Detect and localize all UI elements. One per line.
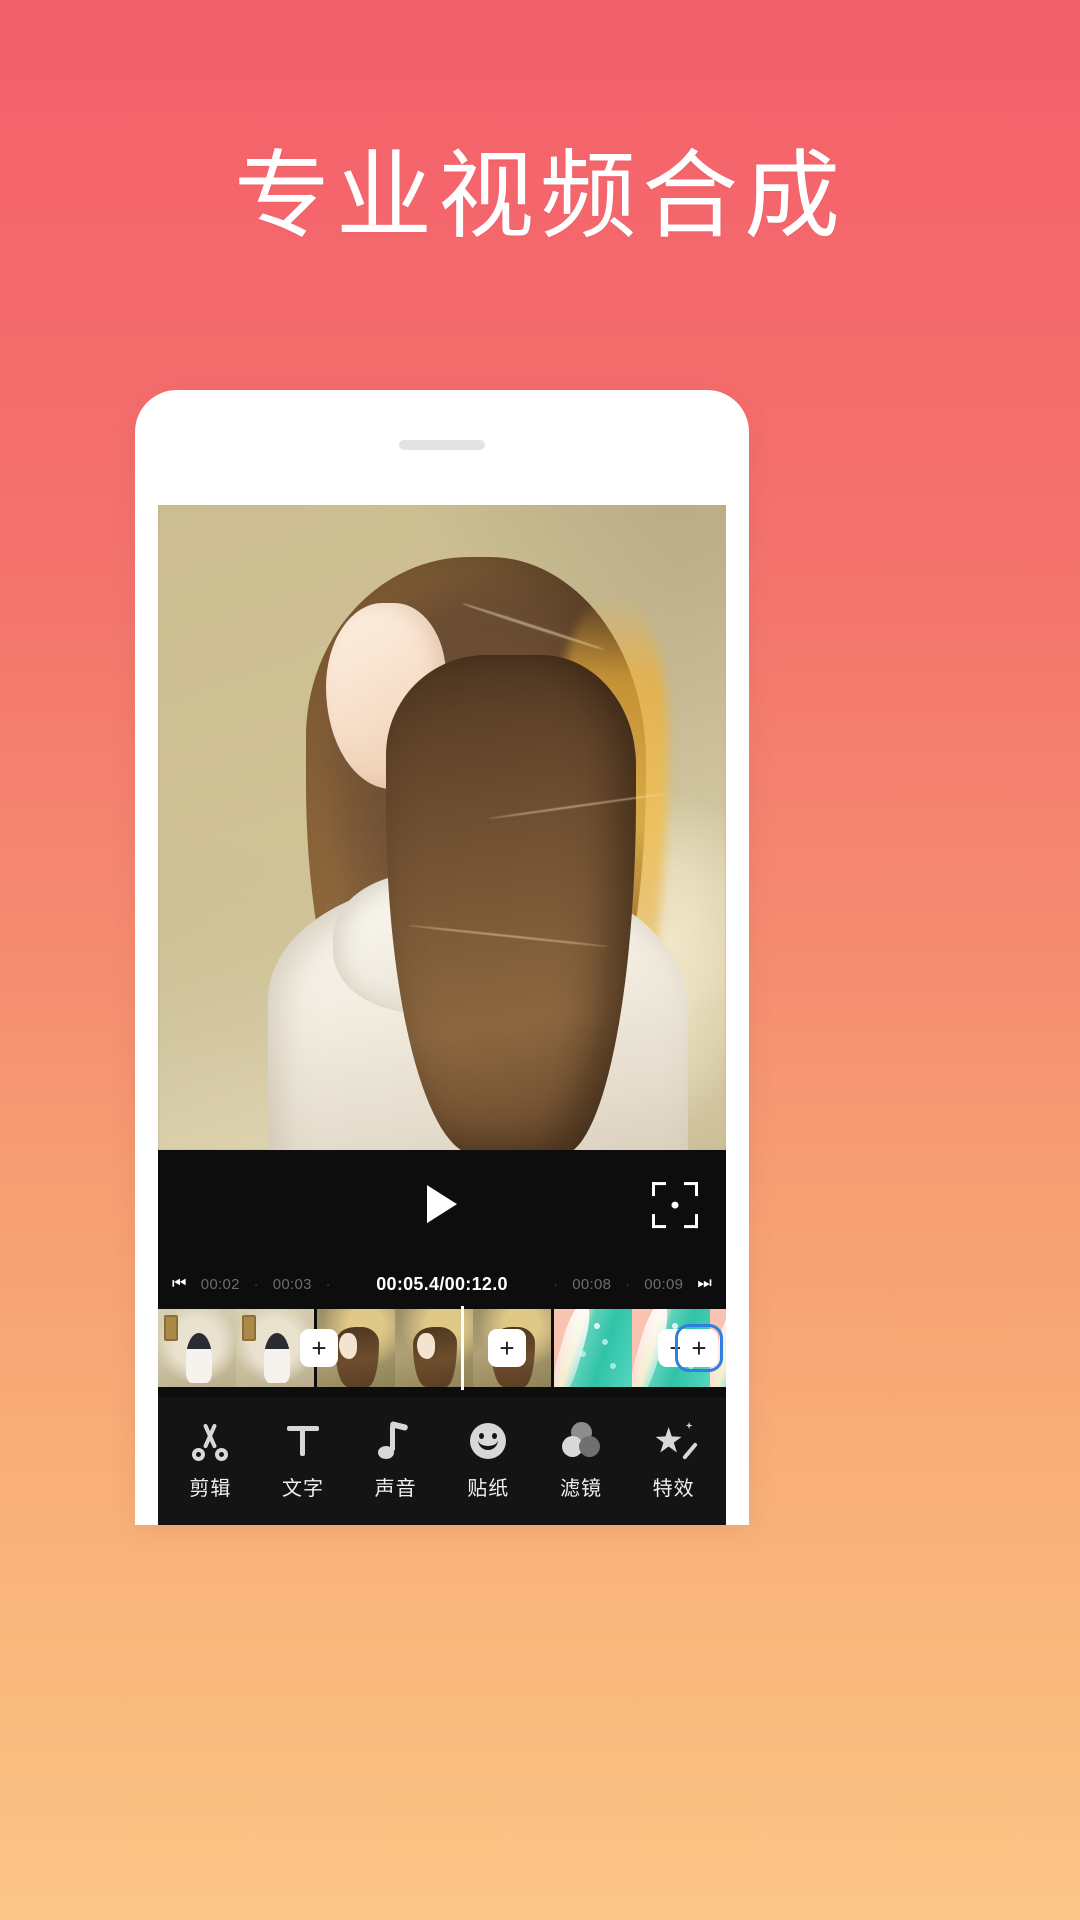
speaker-grill: [399, 440, 485, 450]
ruler-tick-label: 00:02: [200, 1275, 240, 1293]
toolbar-item-label: 贴纸: [467, 1478, 510, 1500]
phone-mockup: ⏮ 00:02 · 00:03 · 00:05.4/00:12.0 · 00:0…: [135, 390, 749, 1525]
toolbar-item-label: 文字: [281, 1478, 324, 1500]
time-ruler[interactable]: ⏮ 00:02 · 00:03 · 00:05.4/00:12.0 · 00:0…: [158, 1262, 726, 1306]
skip-previous-icon[interactable]: ⏮: [172, 1276, 187, 1292]
add-clip-button-selected[interactable]: +: [675, 1324, 723, 1372]
page-title: 专业视频合成: [234, 143, 846, 250]
toolbar-item-cut[interactable]: 剪辑: [167, 1421, 253, 1501]
corner-tl: [652, 1182, 666, 1197]
filter-circles-icon: [561, 1421, 601, 1461]
video-preview[interactable]: [158, 505, 726, 1150]
fullscreen-icon[interactable]: [652, 1182, 698, 1229]
toolbar-item-label: 声音: [374, 1478, 417, 1500]
ruler-tick-label: 00:08: [572, 1275, 612, 1293]
timeline-clip[interactable]: [158, 1309, 314, 1387]
corner-tr: [684, 1182, 698, 1197]
current-time-readout: 00:05.4/00:12.0: [376, 1273, 508, 1294]
editor-toolbar: 剪辑 文字 声音 贴纸 滤镜 特效: [158, 1397, 726, 1525]
ruler-dot: ·: [253, 1276, 259, 1292]
app-screen: ⏮ 00:02 · 00:03 · 00:05.4/00:12.0 · 00:0…: [158, 505, 726, 1525]
corner-bl: [652, 1214, 666, 1229]
ruler-tick-label: 00:03: [272, 1275, 312, 1293]
play-icon[interactable]: [427, 1185, 457, 1224]
smiley-icon: [468, 1421, 508, 1461]
text-icon: [283, 1421, 323, 1461]
music-note-icon: [376, 1421, 416, 1461]
scissors-icon: [190, 1421, 230, 1461]
timeline-strip[interactable]: + + + +: [158, 1306, 726, 1390]
subject-hair-front: [386, 655, 636, 1150]
toolbar-item-sticker[interactable]: 贴纸: [445, 1421, 531, 1501]
skip-next-icon[interactable]: ⏭: [697, 1276, 712, 1292]
toolbar-item-label: 滤镜: [559, 1478, 602, 1500]
toolbar-item-label: 剪辑: [189, 1478, 232, 1500]
player-controls: [158, 1150, 726, 1262]
clip-thumbnail: [158, 1309, 236, 1387]
magic-star-icon: [654, 1421, 698, 1461]
add-transition-button[interactable]: +: [300, 1329, 338, 1367]
center-dot: [671, 1201, 679, 1209]
ruler-dot: ·: [553, 1276, 559, 1292]
ruler-dot: ·: [625, 1276, 631, 1292]
corner-br: [684, 1214, 698, 1229]
toolbar-item-text[interactable]: 文字: [260, 1421, 346, 1501]
ruler-dot: ·: [325, 1276, 331, 1292]
ruler-tick-label: 00:09: [644, 1275, 684, 1293]
add-transition-button[interactable]: +: [488, 1329, 526, 1367]
toolbar-item-filter[interactable]: 滤镜: [538, 1421, 624, 1501]
clip-thumbnail: [554, 1309, 632, 1387]
playhead[interactable]: [461, 1306, 464, 1390]
toolbar-item-audio[interactable]: 声音: [353, 1421, 439, 1501]
toolbar-item-label: 特效: [652, 1478, 695, 1500]
toolbar-item-effects[interactable]: 特效: [631, 1421, 717, 1501]
